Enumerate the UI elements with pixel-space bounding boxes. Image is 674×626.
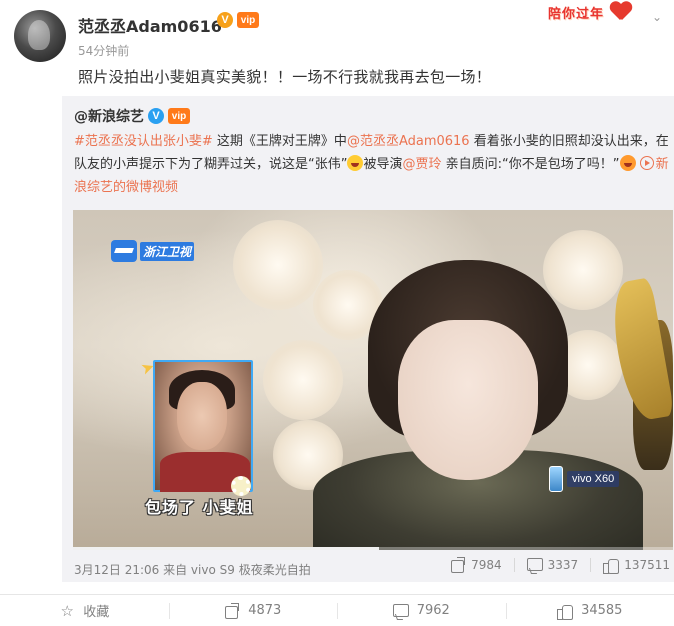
channel-logo: 浙江卫视: [111, 240, 195, 262]
divider: [513, 558, 515, 572]
sponsor-badge: vivo X60: [549, 466, 620, 492]
play-link-icon: [639, 156, 654, 170]
post-text: 照片没拍出小斐姐真实美貌！！一场不行我就我再去包一场！: [78, 68, 492, 86]
background-flower: [263, 340, 343, 420]
vip-badge-icon: vip: [237, 12, 259, 28]
comment-icon: [526, 557, 543, 573]
video-caption: 包场了 小斐姐: [145, 498, 254, 517]
post-time[interactable]: 54分钟前: [78, 42, 129, 59]
background-flower: [543, 230, 623, 310]
repost-text-part: 亲自质问:“你不是包场了吗！”: [441, 157, 620, 172]
star-icon: ☆: [60, 601, 74, 620]
inset-face: [177, 382, 227, 450]
channel-logo-icon: [111, 240, 137, 262]
share-count: 4873: [248, 603, 282, 618]
flower-icon: [231, 476, 251, 496]
repost-comment-count: 3337: [547, 558, 579, 572]
like-icon: [603, 557, 620, 574]
hashtag-link[interactable]: #范丞丞没认出张小斐#: [74, 134, 213, 149]
channel-logo-text: 浙江卫视: [140, 241, 195, 261]
repost-share-count: 7984: [471, 558, 502, 572]
avatar[interactable]: [14, 10, 66, 62]
background-flower: [233, 220, 323, 310]
sponsor-text: vivo X60: [567, 471, 620, 487]
like-button[interactable]: 34585: [505, 595, 674, 626]
repost-author-name[interactable]: @新浪综艺: [74, 106, 144, 126]
action-bar: ☆ 收藏 4873 7962 34585: [0, 595, 674, 626]
repost-stats: 7984 3337 137511: [450, 557, 670, 574]
mention-link[interactable]: @贾玲: [403, 157, 442, 172]
inset-photo: [153, 360, 253, 492]
comment-count: 7962: [416, 603, 450, 618]
shouting-emoji-icon: [619, 155, 636, 171]
comment-button[interactable]: 7962: [337, 595, 506, 626]
repost-text-part: 被导演: [363, 157, 403, 172]
video-player[interactable]: 浙江卫视 ➤ 包场了 小斐姐 vivo X60: [73, 210, 673, 550]
repost-text-part: 这期《王牌对王牌》中: [212, 134, 347, 149]
like-icon: [557, 603, 574, 620]
repost-share-stat[interactable]: 7984: [450, 557, 502, 573]
video-progress-fill: [73, 547, 379, 550]
post-author-name[interactable]: 范丞丞Adam0616: [78, 13, 222, 37]
repost-author: @新浪综艺 V vip: [74, 106, 190, 126]
share-icon: [450, 557, 466, 573]
repost-like-stat[interactable]: 137511: [603, 557, 670, 574]
person-face: [398, 320, 538, 480]
favorite-label: 收藏: [83, 605, 110, 620]
heart-icon: [610, 2, 632, 22]
repost-meta[interactable]: 3月12日 21:06 来自 vivo S9 极夜柔光自拍: [74, 561, 311, 578]
share-button[interactable]: 4873: [168, 595, 338, 626]
laughing-emoji-icon: [347, 155, 364, 171]
chevron-down-icon[interactable]: ⌄: [652, 10, 662, 24]
author-badges: V vip: [217, 12, 259, 28]
phone-icon: [549, 466, 563, 492]
repost-text: #范丞丞没认出张小斐# 这期《王牌对王牌》中@范丞丞Adam0616 看着张小斐…: [74, 130, 669, 199]
divider: [590, 558, 592, 572]
like-count: 34585: [581, 603, 623, 618]
comment-icon: [392, 603, 409, 619]
video-progress-bar[interactable]: [73, 547, 673, 550]
favorite-button[interactable]: ☆ 收藏: [0, 595, 169, 626]
repost-comment-stat[interactable]: 3337: [526, 557, 579, 573]
share-icon: [224, 602, 240, 619]
mention-link[interactable]: @范丞丞Adam0616: [347, 134, 470, 149]
verified-badge-icon: V: [217, 12, 233, 28]
repost-like-count: 137511: [624, 558, 670, 572]
vip-badge-icon: vip: [168, 108, 190, 124]
verified-badge-icon: V: [148, 108, 164, 124]
promo-text: 陪你过年: [548, 6, 605, 22]
promo-banner[interactable]: 陪你过年: [548, 2, 632, 22]
